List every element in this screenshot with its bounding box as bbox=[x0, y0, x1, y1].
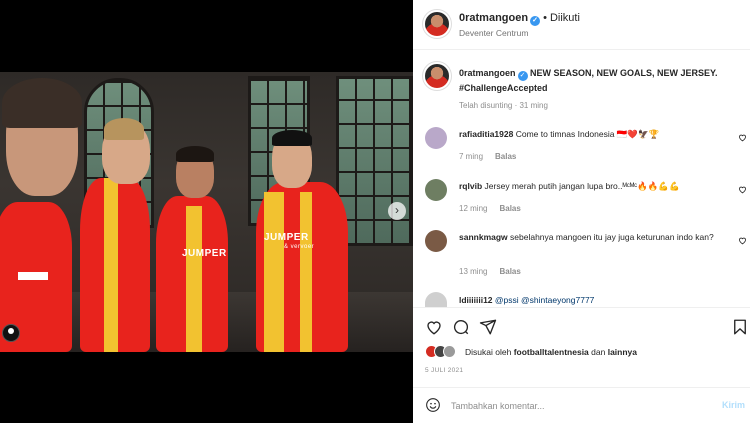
liked-connector: dan bbox=[591, 347, 606, 357]
comment-meta: 7 ming Balas bbox=[459, 152, 528, 161]
post-date[interactable]: 5 JULI 2021 bbox=[425, 367, 463, 374]
post-media: JUMPER JUMPER & vervoer › bbox=[0, 0, 413, 423]
comment-time: 7 ming bbox=[459, 152, 484, 161]
comment-meta: 13 ming Balas bbox=[459, 267, 533, 276]
bookmark-icon[interactable] bbox=[731, 318, 749, 336]
verified-badge-icon: ✓ bbox=[517, 71, 528, 81]
author-avatar[interactable] bbox=[423, 10, 451, 38]
next-photo-button[interactable]: › bbox=[388, 202, 406, 220]
comment-like-heart-icon[interactable] bbox=[738, 133, 747, 142]
comment-body: @pssi @shintaeyong7777 bbox=[494, 295, 595, 305]
comment-avatar[interactable] bbox=[425, 292, 447, 307]
caption-text: 0ratmangoen ✓ NEW SEASON, NEW GOALS, NEW … bbox=[459, 66, 739, 95]
comment-body: sebelahnya mangoen itu jay juga keturuna… bbox=[510, 232, 714, 242]
comment-input[interactable] bbox=[451, 398, 691, 414]
post-location[interactable]: Deventer Centrum bbox=[459, 28, 528, 38]
header-user-line: 0ratmangoen ✓ • Diikuti bbox=[459, 12, 580, 26]
tagged-users-icon[interactable] bbox=[2, 324, 20, 342]
comment-text: sannkmagw sebelahnya mangoen itu jay jug… bbox=[459, 231, 729, 244]
comment-text: rqlvib Jersey merah putih jangan lupa br… bbox=[459, 180, 729, 193]
jersey-sponsor-text: JUMPER bbox=[182, 248, 227, 259]
reply-button[interactable]: Balas bbox=[495, 152, 516, 161]
comment-time: 12 ming bbox=[459, 204, 488, 213]
verified-badge-icon: ✓ bbox=[530, 16, 541, 26]
jersey-sponsor-text: JUMPER bbox=[264, 232, 309, 243]
comment-text: rafiaditia1928 Come to timnas Indonesia … bbox=[459, 128, 729, 141]
comment-username[interactable]: ldiiiiiii12 bbox=[459, 295, 493, 305]
liked-by-text: Disukai oleh footballtalentnesia dan lai… bbox=[465, 347, 637, 357]
caption-author-avatar[interactable] bbox=[423, 62, 451, 90]
comment-meta: 12 ming Balas bbox=[459, 204, 533, 213]
post-side-panel: 0ratmangoen ✓ • Diikuti Deventer Centrum 0r… bbox=[413, 0, 750, 423]
comment-avatar[interactable] bbox=[425, 179, 447, 201]
comment-avatar[interactable] bbox=[425, 230, 447, 252]
emoji-icon[interactable] bbox=[425, 397, 441, 413]
comment-like-heart-icon[interactable] bbox=[738, 236, 747, 245]
comment-username[interactable]: sannkmagw bbox=[459, 232, 508, 242]
comment-body: Jersey merah putih jangan lupa bro..ᴹᶜᴹᶜ… bbox=[484, 181, 680, 191]
author-username[interactable]: 0ratmangoen bbox=[459, 12, 528, 24]
jersey-sponsor-subtext: & vervoer bbox=[284, 244, 315, 250]
heart-icon[interactable] bbox=[425, 318, 443, 336]
separator-dot: • bbox=[543, 12, 547, 24]
comment-like-heart-icon[interactable] bbox=[738, 185, 747, 194]
comment-text: ldiiiiiii12 @pssi @shintaeyong7777 bbox=[459, 294, 729, 306]
comment-time: 13 ming bbox=[459, 267, 488, 276]
caption-username[interactable]: 0ratmangoen bbox=[459, 68, 516, 78]
share-icon[interactable] bbox=[479, 318, 497, 336]
liked-user[interactable]: footballtalentnesia bbox=[514, 347, 589, 357]
player-figure bbox=[0, 72, 82, 352]
caption-timestamp: Telah disunting · 31 ming bbox=[459, 101, 548, 110]
post-comment-button[interactable]: Kirim bbox=[722, 400, 745, 410]
comment-avatar[interactable] bbox=[425, 127, 447, 149]
post-photo: JUMPER JUMPER & vervoer › bbox=[0, 72, 413, 352]
comment-username[interactable]: rafiaditia1928 bbox=[459, 129, 513, 139]
comment-icon[interactable] bbox=[452, 318, 470, 336]
player-figure: JUMPER bbox=[152, 72, 244, 352]
player-figure: JUMPER & vervoer bbox=[250, 72, 360, 352]
post-actions: Disukai oleh footballtalentnesia dan lai… bbox=[413, 307, 750, 387]
reply-button[interactable]: Balas bbox=[499, 267, 520, 276]
comment-body: Come to timnas Indonesia 🇮🇩❤️🦅🏆 bbox=[515, 129, 660, 139]
liked-avatar[interactable] bbox=[443, 345, 456, 358]
post-header: 0ratmangoen ✓ • Diikuti Deventer Centrum bbox=[413, 0, 750, 50]
add-comment-bar: Kirim bbox=[413, 387, 750, 423]
liked-others[interactable]: lainnya bbox=[608, 347, 637, 357]
comment-username[interactable]: rqlvib bbox=[459, 181, 482, 191]
reply-button[interactable]: Balas bbox=[499, 204, 520, 213]
follow-status-button[interactable]: Diikuti bbox=[550, 12, 580, 24]
liked-prefix: Disukai oleh bbox=[465, 347, 512, 357]
